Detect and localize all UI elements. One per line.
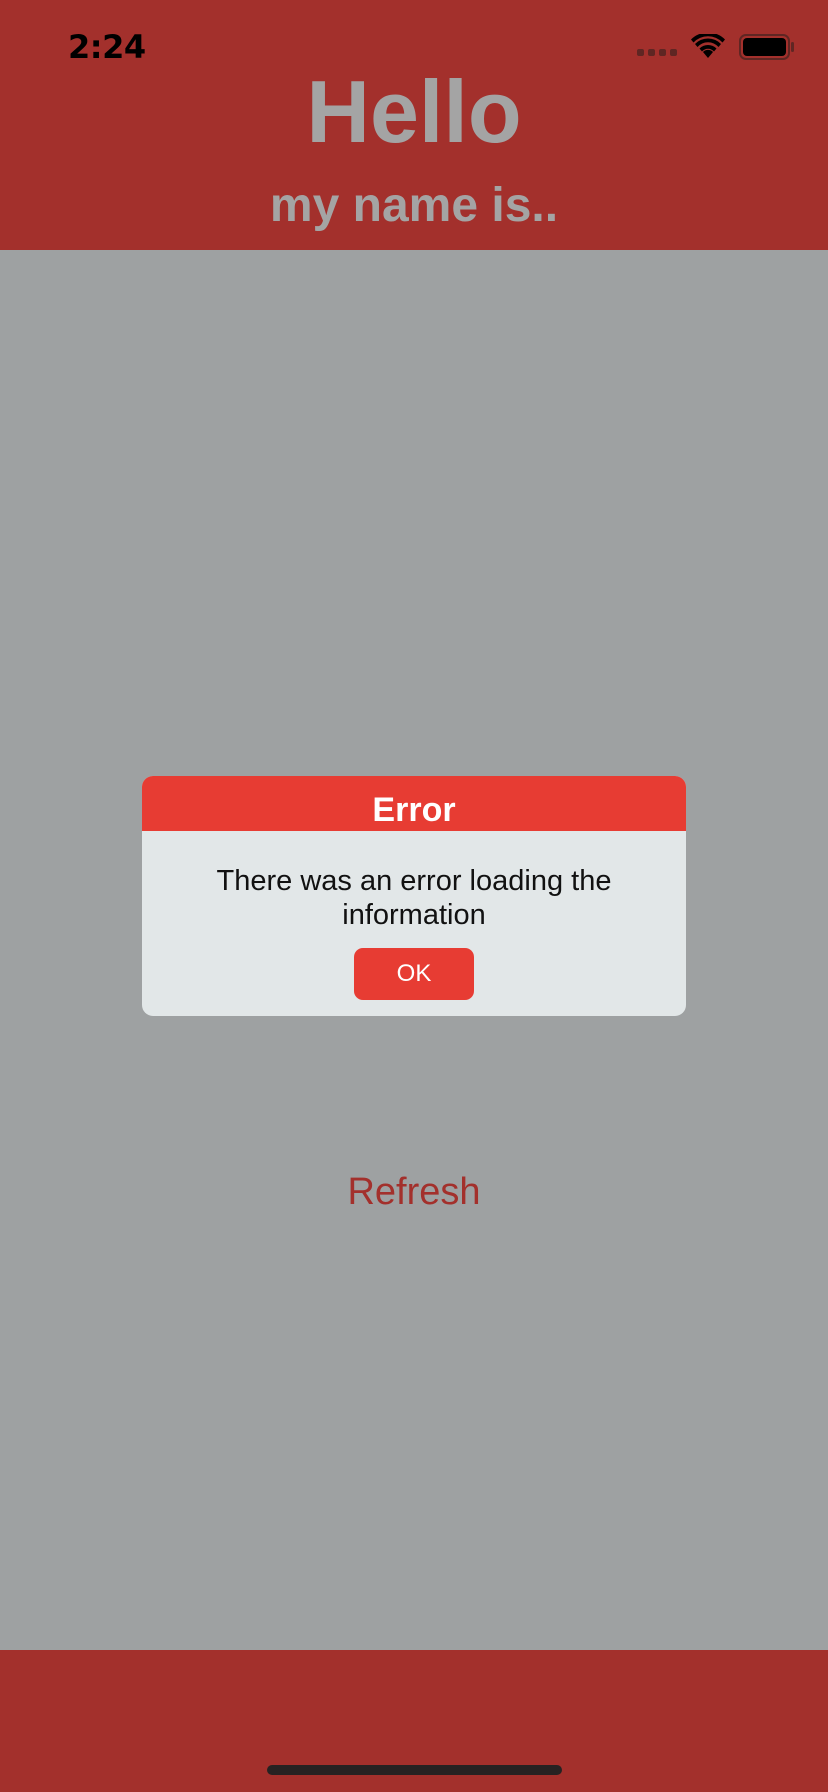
- signal-icon: [637, 48, 677, 56]
- ok-button[interactable]: OK: [354, 948, 474, 1000]
- page-title: Hello: [306, 62, 522, 161]
- page-subtitle: my name is..: [269, 179, 559, 232]
- dialog-header: Error: [142, 776, 686, 831]
- wifi-icon: [691, 34, 725, 58]
- home-indicator[interactable]: [267, 1765, 562, 1775]
- status-icons: [637, 34, 795, 60]
- status-time: 2:24: [68, 28, 146, 66]
- refresh-button[interactable]: Refresh: [0, 1168, 828, 1216]
- header-bar: 2:24 Hello my name is..: [0, 0, 828, 250]
- dialog-message: There was an error loading the informati…: [216, 865, 612, 931]
- dialog-title: Error: [372, 791, 456, 829]
- error-dialog: Error There was an error loading the inf…: [142, 776, 686, 1016]
- battery-icon: [739, 34, 794, 60]
